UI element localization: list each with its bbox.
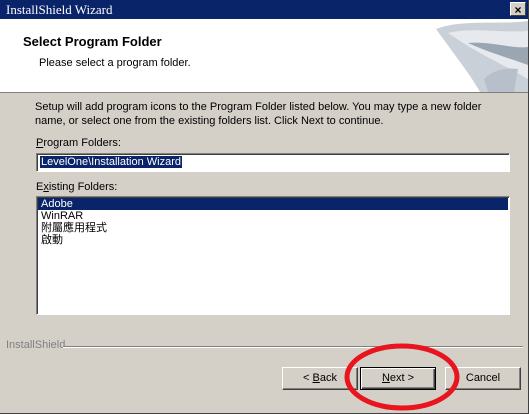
existing-folders-label: Existing Folders: [36,181,117,193]
page-title: Select Program Folder [23,34,162,49]
wizard-header: Select Program Folder Please select a pr… [0,19,528,93]
folder-item-startup[interactable]: 啟動 [38,234,508,246]
footer-divider [63,346,523,348]
next-button-accel: N [381,372,390,384]
back-button-label: ack [319,372,337,384]
program-folder-input[interactable]: LevelOne\Installation Wizard [36,153,510,172]
back-button[interactable]: < Back [282,367,358,390]
back-button-prefix: < [303,372,313,384]
wizard-banner-graphic [418,19,528,92]
folder-item-accessories[interactable]: 附屬應用程式 [38,222,508,234]
folder-item-winrar[interactable]: WinRAR [38,210,508,222]
program-folders-label-text: rogram Folders: [43,137,121,149]
window-title: InstallShield Wizard [6,2,113,17]
close-button[interactable]: × [510,2,526,17]
next-button[interactable]: Next > [360,367,436,390]
page-subtitle: Please select a program folder. [39,57,191,69]
existing-folders-label-text: isting Folders: [48,181,118,193]
folder-item-adobe[interactable]: Adobe [38,198,508,210]
intro-text: Setup will add program icons to the Prog… [35,101,482,127]
program-folders-label: Program Folders: [36,137,121,149]
cancel-button[interactable]: Cancel [445,367,521,390]
installshield-wizard-window: InstallShield Wizard × Select Program Fo… [0,0,529,414]
back-button-accel: B [312,372,320,384]
next-button-label: ext > [389,372,415,384]
title-bar: InstallShield Wizard × [0,0,528,19]
installshield-brand: InstallShield [6,339,66,351]
existing-folders-list[interactable]: Adobe WinRAR 附屬應用程式 啟動 [36,196,510,315]
program-folder-value: LevelOne\Installation Wizard [40,156,183,168]
